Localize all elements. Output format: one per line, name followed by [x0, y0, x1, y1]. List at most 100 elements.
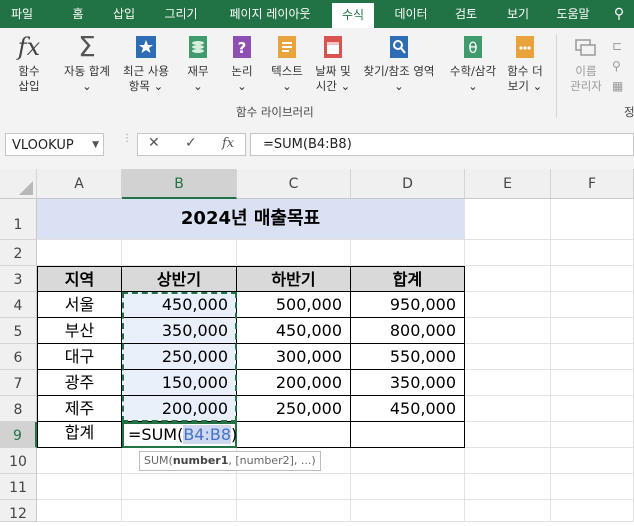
empty-cell[interactable] [465, 396, 551, 422]
column-header-e[interactable]: E [465, 169, 551, 199]
text-button[interactable]: 텍스트 ⌄ [264, 34, 310, 94]
region-cell[interactable]: 제주 [37, 396, 122, 422]
empty-cell[interactable] [551, 448, 634, 474]
cell-b2[interactable] [122, 240, 237, 266]
empty-cell[interactable] [37, 500, 122, 522]
empty-cell[interactable] [351, 500, 465, 522]
autosum-button[interactable]: Σ 자동 합계 ⌄ [56, 33, 118, 94]
value-cell[interactable]: 950,000 [351, 292, 465, 318]
row-header-12[interactable]: 12 [0, 500, 37, 522]
row-header-2[interactable]: 2 [0, 240, 37, 266]
editing-cell-b9[interactable]: =SUM(B4:B8) [122, 422, 237, 448]
column-header-a[interactable]: A [37, 169, 122, 199]
header-second-half[interactable]: 하반기 [237, 266, 351, 292]
empty-cell[interactable] [351, 448, 465, 474]
empty-cell[interactable] [465, 370, 551, 396]
value-cell[interactable]: 150,000 [122, 370, 237, 396]
more-functions-button[interactable]: 함수 더 보기 ⌄ [502, 34, 548, 94]
column-header-f[interactable]: F [551, 169, 634, 199]
empty-cell[interactable] [551, 474, 634, 500]
value-cell[interactable]: 450,000 [122, 292, 237, 318]
empty-cell[interactable] [465, 474, 551, 500]
insert-function-button[interactable]: fx 함수 삽입 [8, 34, 50, 94]
column-header-c[interactable]: C [237, 169, 351, 199]
row-header-9[interactable]: 9 [0, 422, 37, 448]
tab-insert[interactable]: 삽입 [106, 0, 142, 28]
value-cell[interactable]: 200,000 [237, 370, 351, 396]
value-cell[interactable]: 200,000 [122, 396, 237, 422]
cell-c2[interactable] [237, 240, 351, 266]
tab-draw[interactable]: 그리기 [156, 0, 206, 28]
lookup-reference-button[interactable]: 찾기/참조 영역 ⌄ [356, 34, 442, 94]
row-header-3[interactable]: 3 [0, 266, 37, 292]
tab-home[interactable]: 홈 [60, 0, 96, 28]
row-header-1[interactable]: 1 [0, 199, 37, 240]
region-cell[interactable]: 서울 [37, 292, 122, 318]
cell-e1[interactable] [465, 199, 551, 240]
chevron-down-icon[interactable]: ▼ [92, 134, 99, 157]
value-cell[interactable]: 500,000 [237, 292, 351, 318]
enter-check-icon[interactable]: ✓ [185, 135, 197, 151]
tab-data[interactable]: 데이터 [386, 0, 436, 28]
cell-e2[interactable] [465, 240, 551, 266]
tab-page-layout[interactable]: 페이지 레이아웃 [218, 0, 322, 28]
header-first-half[interactable]: 상반기 [122, 266, 237, 292]
empty-cell[interactable] [351, 474, 465, 500]
empty-cell[interactable] [465, 292, 551, 318]
financial-button[interactable]: 재무 ⌄ [178, 34, 218, 94]
name-manager-button[interactable]: 이름 관리자 [564, 34, 608, 94]
region-cell[interactable]: 대구 [37, 344, 122, 370]
define-name-icons[interactable]: ⊏ ⚲ ▦ [612, 36, 634, 96]
lightbulb-icon[interactable]: ⚲ [604, 0, 634, 28]
empty-cell[interactable] [465, 318, 551, 344]
value-cell[interactable]: 450,000 [351, 396, 465, 422]
tab-review[interactable]: 검토 [446, 0, 486, 28]
empty-cell[interactable] [551, 344, 634, 370]
logical-button[interactable]: ? 논리 ⌄ [222, 34, 262, 94]
title-cell[interactable]: 2024년 매출목표 [37, 199, 465, 240]
cell-d9[interactable] [351, 422, 465, 448]
math-trig-button[interactable]: θ 수학/삼각 ⌄ [444, 34, 502, 94]
cell-d2[interactable] [351, 240, 465, 266]
row-header-8[interactable]: 8 [0, 396, 37, 422]
value-cell[interactable]: 800,000 [351, 318, 465, 344]
empty-cell[interactable] [551, 370, 634, 396]
column-header-b[interactable]: B [122, 169, 237, 199]
row-header-6[interactable]: 6 [0, 344, 37, 370]
formula-bar-grip[interactable]: ⋮ [122, 134, 132, 153]
tooltip-current-argument[interactable]: number1 [173, 454, 229, 467]
empty-cell[interactable] [465, 448, 551, 474]
value-cell[interactable]: 450,000 [237, 318, 351, 344]
cancel-icon[interactable]: ✕ [148, 135, 160, 151]
empty-cell[interactable] [465, 344, 551, 370]
date-time-button[interactable]: 날짜 및 시간 ⌄ [310, 34, 356, 94]
row-header-5[interactable]: 5 [0, 318, 37, 344]
tab-formulas[interactable]: 수식 [332, 3, 374, 28]
empty-cell[interactable] [551, 318, 634, 344]
cell-c9[interactable] [237, 422, 351, 448]
value-cell[interactable]: 350,000 [351, 370, 465, 396]
empty-cell[interactable] [237, 500, 351, 522]
function-argument-tooltip[interactable]: SUM(number1, [number2], ...) [139, 451, 321, 471]
value-cell[interactable]: 250,000 [237, 396, 351, 422]
empty-cell[interactable] [122, 474, 237, 500]
empty-cell[interactable] [551, 422, 634, 448]
cell-f1[interactable] [551, 199, 634, 240]
row-header-4[interactable]: 4 [0, 292, 37, 318]
empty-cell[interactable] [122, 500, 237, 522]
cell-a2[interactable] [37, 240, 122, 266]
row-header-7[interactable]: 7 [0, 370, 37, 396]
region-cell[interactable]: 부산 [37, 318, 122, 344]
empty-cell[interactable] [551, 266, 634, 292]
empty-cell[interactable] [551, 396, 634, 422]
value-cell[interactable]: 350,000 [122, 318, 237, 344]
value-cell[interactable]: 300,000 [237, 344, 351, 370]
tab-view[interactable]: 보기 [498, 0, 538, 28]
tab-help[interactable]: 도움말 [548, 0, 598, 28]
recently-used-button[interactable]: 최근 사용 항목 ⌄ [118, 34, 174, 94]
select-all-corner[interactable] [0, 169, 37, 199]
row-header-11[interactable]: 11 [0, 474, 37, 500]
empty-cell[interactable] [465, 500, 551, 522]
header-region[interactable]: 지역 [37, 266, 122, 292]
value-cell[interactable]: 550,000 [351, 344, 465, 370]
